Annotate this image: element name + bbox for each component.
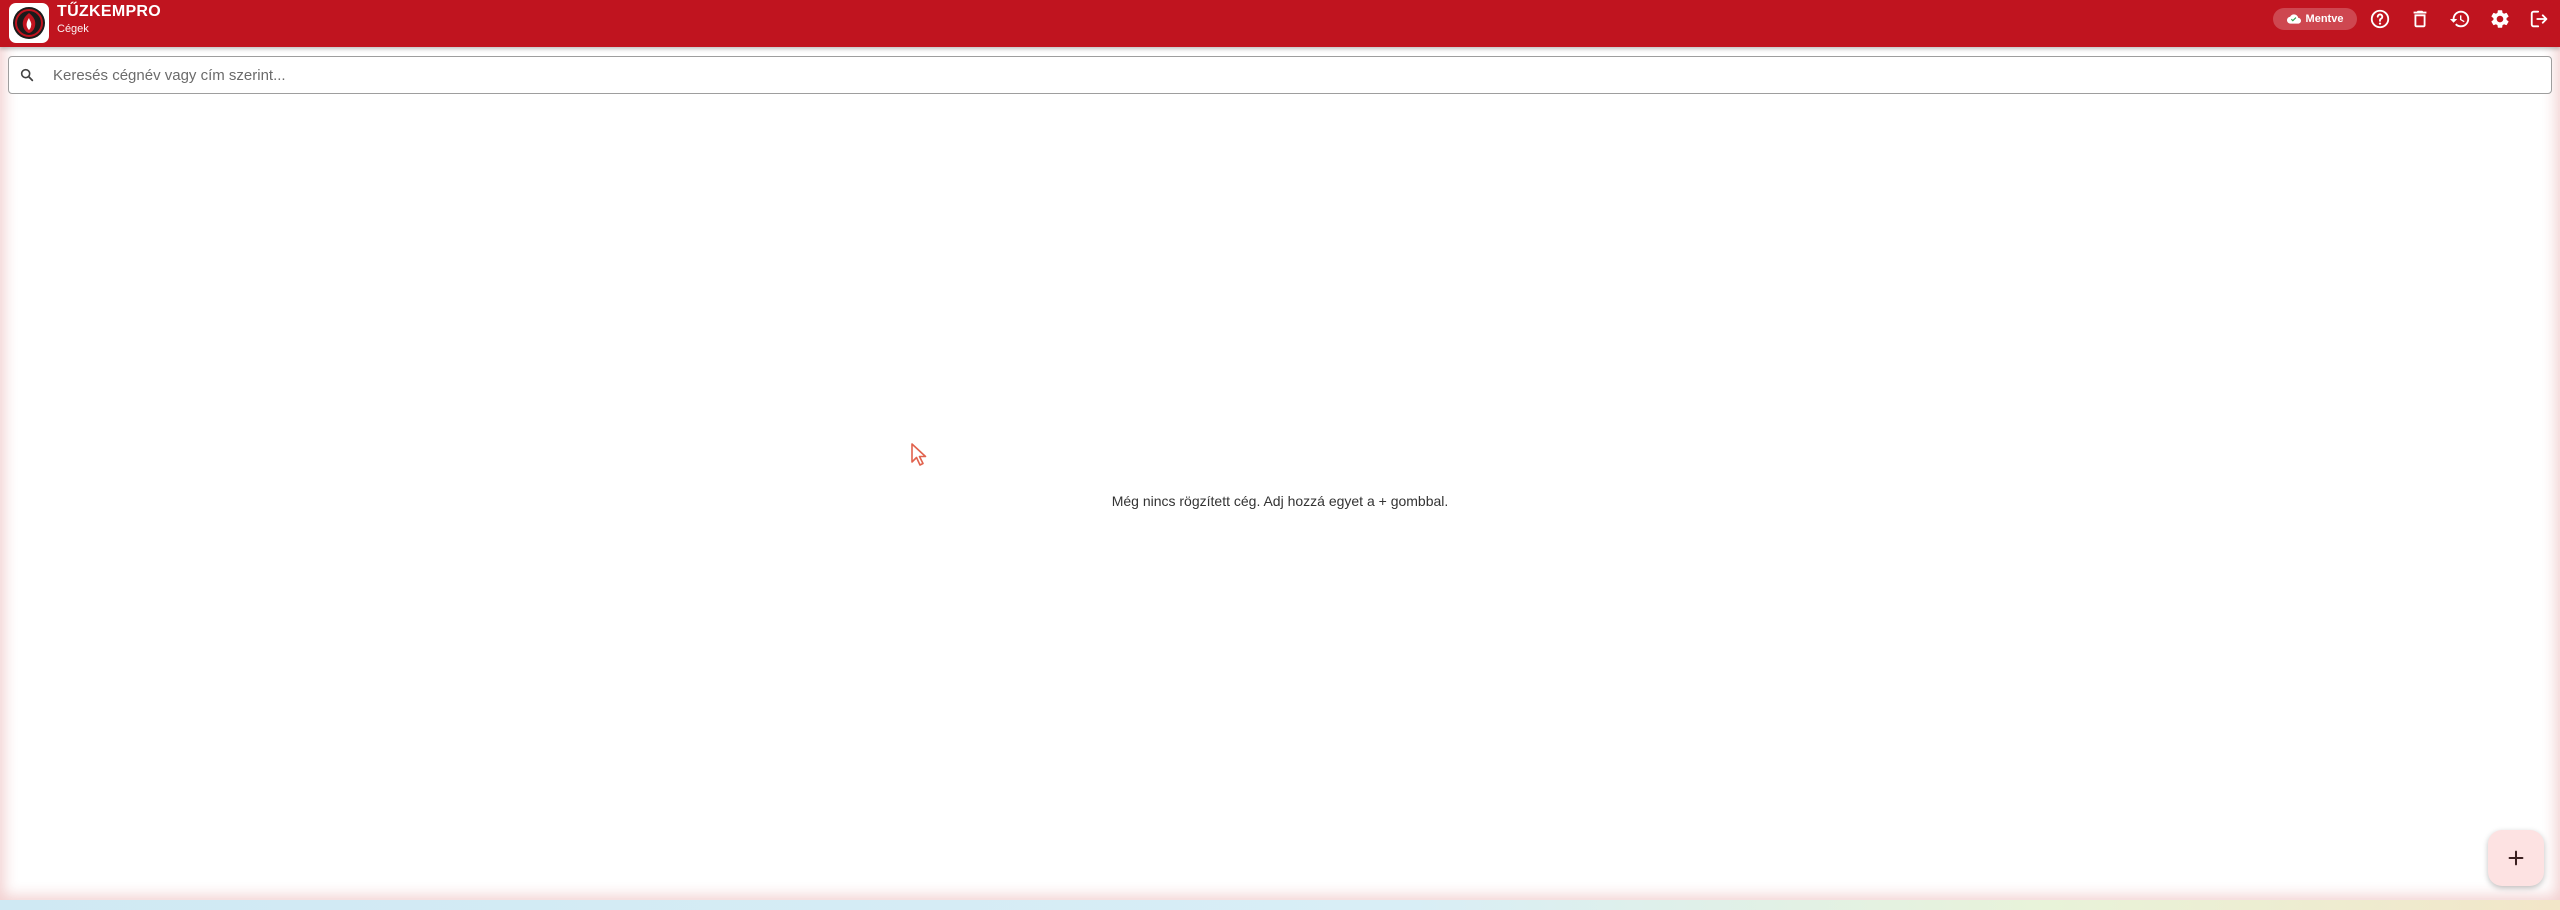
history-button[interactable] <box>2446 5 2474 33</box>
logout-button[interactable] <box>2526 5 2554 33</box>
help-button[interactable] <box>2366 5 2394 33</box>
save-status-chip: Mentve <box>2273 8 2357 30</box>
top-app-bar: TŰZKEMPRO Cégek Mentve <box>0 0 2560 47</box>
plus-icon <box>2508 850 2524 866</box>
search-field[interactable] <box>8 56 2552 94</box>
app-logo <box>9 3 49 43</box>
settings-button[interactable] <box>2486 5 2514 33</box>
search-input[interactable] <box>53 57 2533 93</box>
history-icon <box>2449 10 2470 28</box>
logout-icon <box>2530 10 2548 28</box>
gear-icon <box>2491 10 2509 28</box>
mouse-cursor-icon <box>911 443 927 466</box>
shield-logo-icon <box>13 7 45 39</box>
save-status-label: Mentve <box>2305 13 2344 25</box>
cloud-done-icon <box>2286 14 2301 24</box>
page-subtitle: Cégek <box>57 23 89 35</box>
help-circle-icon <box>2370 9 2390 29</box>
app-window: TŰZKEMPRO Cégek Mentve Keresés cégnév va… <box>0 0 2560 900</box>
trash-icon <box>2413 10 2427 28</box>
trash-button[interactable] <box>2406 5 2434 33</box>
app-title: TŰZKEMPRO <box>57 3 162 20</box>
desktop-taskbar-edge <box>0 900 2560 910</box>
add-company-button[interactable] <box>2488 830 2544 886</box>
search-icon <box>20 68 34 82</box>
empty-state-message: Még nincs rögzített cég. Adj hozzá egyet… <box>1111 493 1449 509</box>
